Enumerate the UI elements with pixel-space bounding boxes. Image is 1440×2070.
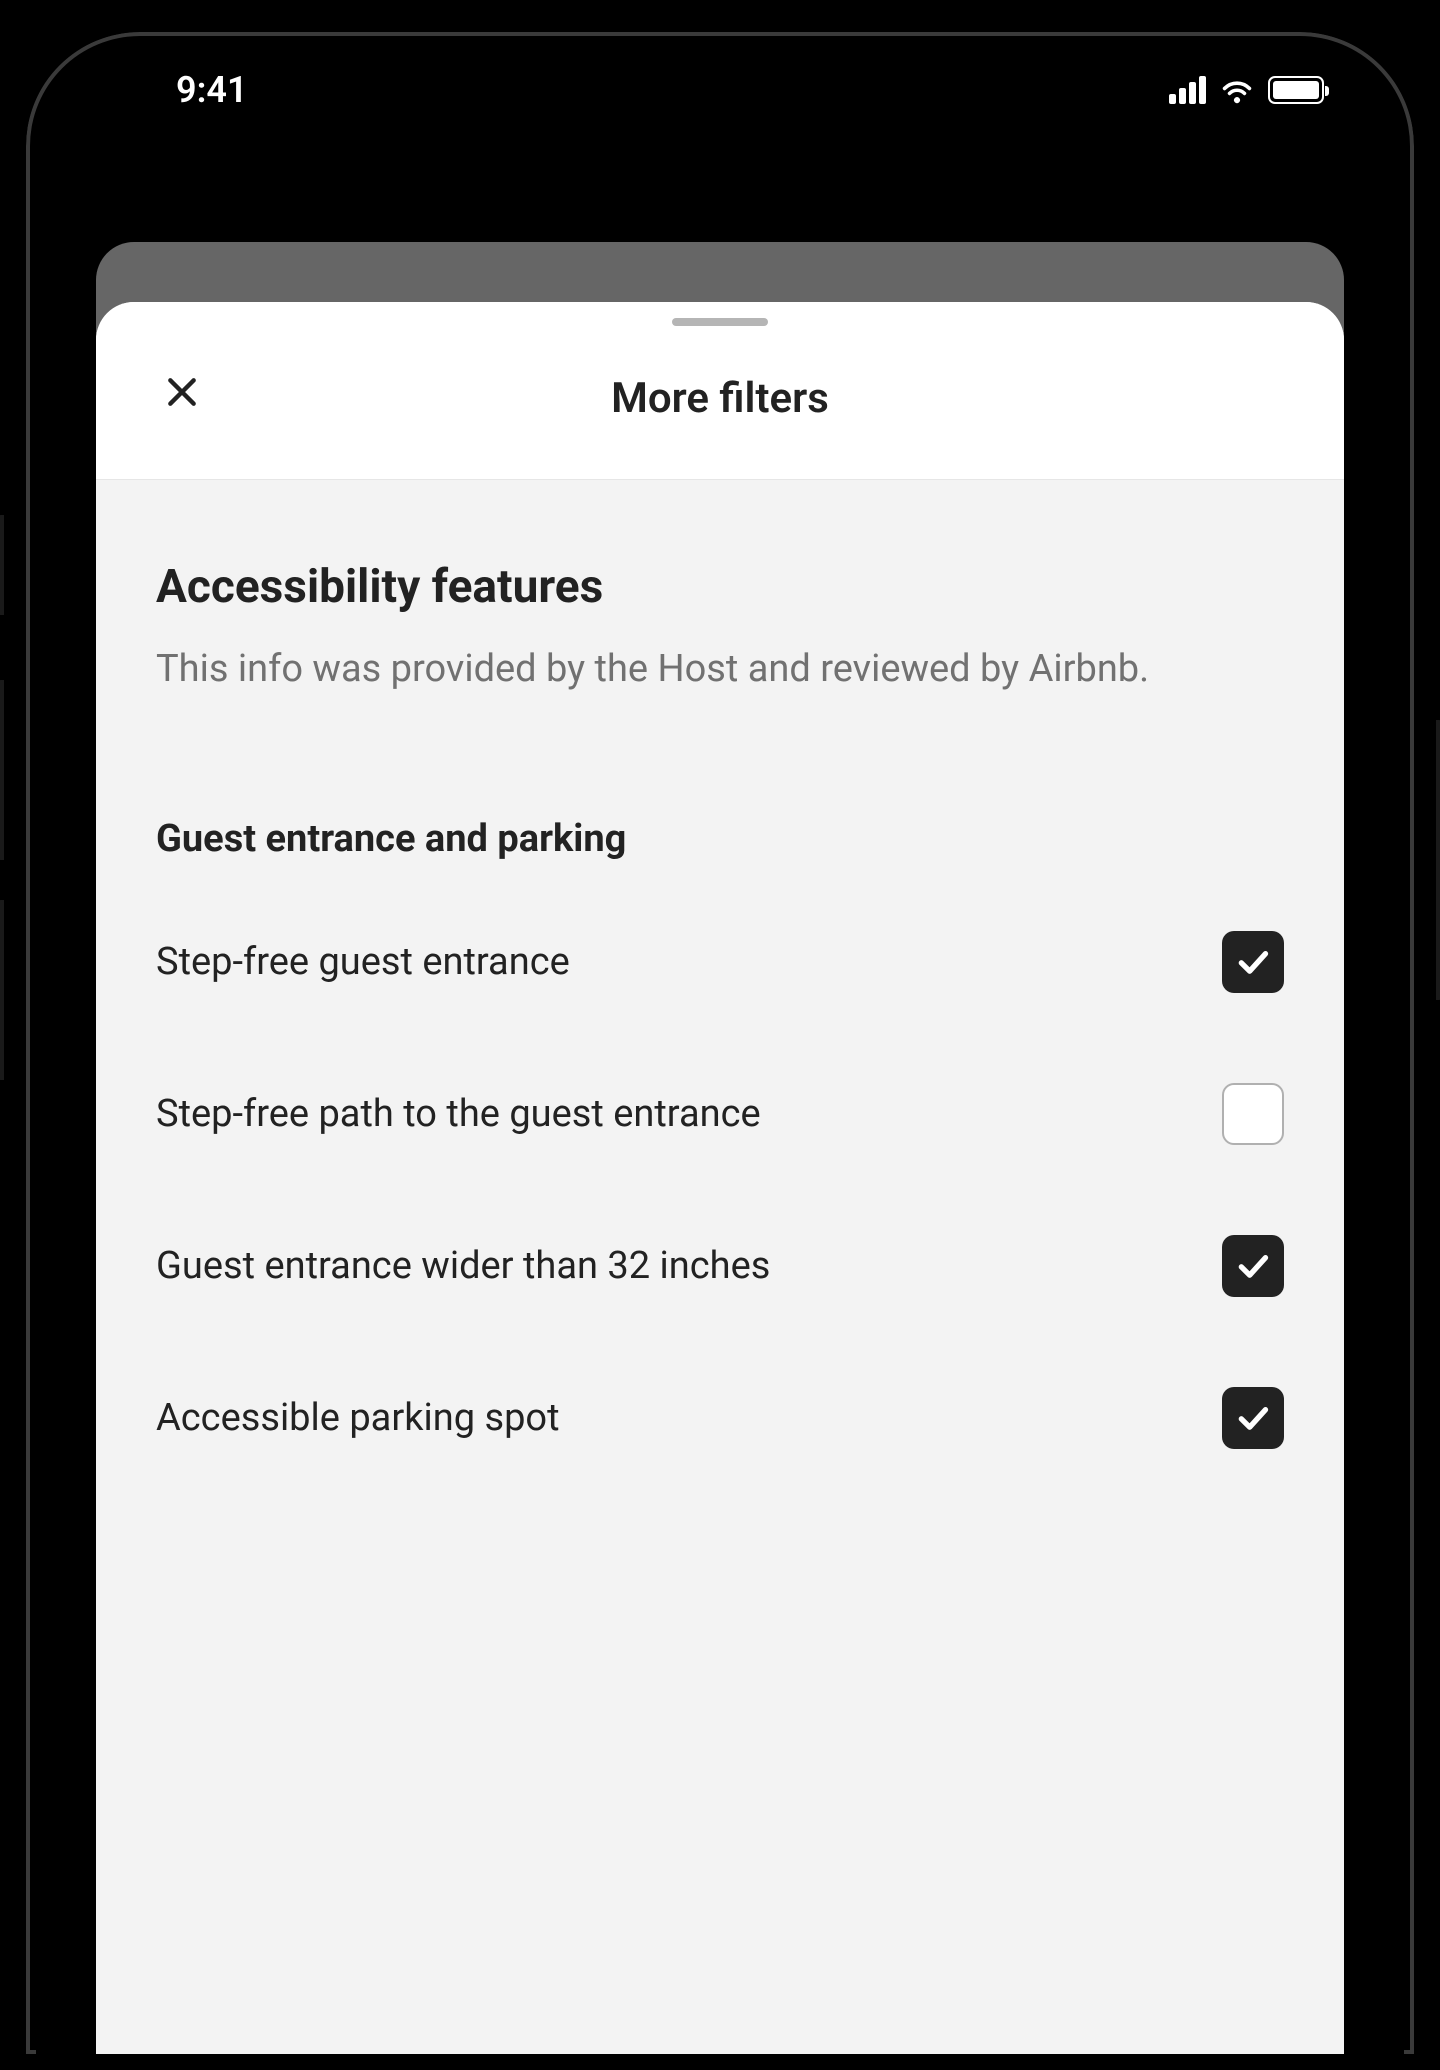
sheet-grabber[interactable] xyxy=(672,318,768,326)
filter-option-label: Guest entrance wider than 32 inches xyxy=(156,1240,1182,1293)
checkmark-icon xyxy=(1233,1246,1273,1286)
phone-side-button xyxy=(1436,720,1440,1000)
status-time: 9:41 xyxy=(176,69,248,111)
wifi-icon xyxy=(1218,76,1256,104)
modal-title: More filters xyxy=(611,374,829,423)
cellular-signal-icon xyxy=(1169,76,1206,104)
filter-option-row[interactable]: Step-free guest entrance xyxy=(156,931,1284,993)
phone-notch xyxy=(570,42,870,94)
filter-checkbox[interactable] xyxy=(1222,931,1284,993)
checkmark-icon xyxy=(1233,942,1273,982)
filter-checkbox[interactable] xyxy=(1222,1083,1284,1145)
checkmark-icon xyxy=(1233,1398,1273,1438)
filter-option-label: Accessible parking spot xyxy=(156,1392,1182,1445)
modal-header: More filters xyxy=(96,302,1344,480)
section-description: This info was provided by the Host and r… xyxy=(156,642,1284,697)
filter-option-row[interactable]: Guest entrance wider than 32 inches xyxy=(156,1235,1284,1297)
battery-icon xyxy=(1268,76,1324,104)
phone-side-button xyxy=(0,900,4,1080)
filter-option-row[interactable]: Step-free path to the guest entrance xyxy=(156,1083,1284,1145)
close-icon xyxy=(162,372,202,412)
phone-screen: 9:41 xyxy=(36,42,1404,2054)
filter-checkbox[interactable] xyxy=(1222,1387,1284,1449)
filter-option-row[interactable]: Accessible parking spot xyxy=(156,1387,1284,1449)
close-button[interactable] xyxy=(156,366,208,418)
filter-option-label: Step-free path to the guest entrance xyxy=(156,1088,1182,1141)
filter-checkbox[interactable] xyxy=(1222,1235,1284,1297)
section-heading: Accessibility features xyxy=(156,560,1284,614)
filters-modal: More filters Accessibility features This… xyxy=(96,302,1344,2054)
filter-option-label: Step-free guest entrance xyxy=(156,936,1182,989)
phone-side-button xyxy=(0,515,4,615)
phone-side-button xyxy=(0,680,4,860)
status-icons xyxy=(1169,76,1324,104)
modal-content: Accessibility features This info was pro… xyxy=(96,480,1344,1539)
phone-frame: 9:41 xyxy=(10,16,1430,2070)
group-title: Guest entrance and parking xyxy=(156,817,1284,861)
